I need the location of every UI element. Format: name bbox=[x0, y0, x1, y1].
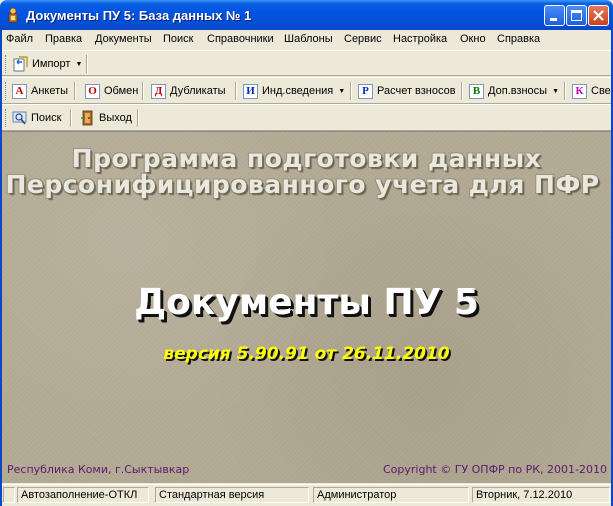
status-autofill: Автозаполнение-ОТКЛ bbox=[17, 487, 149, 503]
menu-service[interactable]: Сервис bbox=[344, 33, 382, 45]
import-button[interactable]: Импорт ▼ bbox=[13, 54, 82, 74]
additional-contributions-button[interactable]: В Доп.взносы ▼ bbox=[469, 81, 559, 101]
status-edition: Стандартная версия bbox=[155, 487, 309, 503]
menu-search[interactable]: Поиск bbox=[163, 33, 193, 45]
maximize-button[interactable] bbox=[566, 5, 587, 26]
questionnaires-label: Анкеты bbox=[31, 85, 69, 97]
title-bar[interactable]: Документы ПУ 5: База данных № 1 bbox=[0, 0, 613, 30]
status-date: Вторник, 7.12.2010 bbox=[472, 487, 610, 503]
toolbar-separator bbox=[564, 82, 566, 100]
search-icon bbox=[12, 111, 27, 125]
toolbar-search-exit: Поиск Выход bbox=[0, 104, 613, 131]
exchange-label: Обмен bbox=[104, 85, 139, 97]
status-bar: Автозаполнение-ОТКЛ Стандартная версия А… bbox=[0, 484, 613, 506]
window-border-left bbox=[0, 30, 2, 506]
copyright-text: Copyright © ГУ ОПФР по РК, 2001-2010 bbox=[383, 463, 607, 476]
toolbar-import: Импорт ▼ bbox=[0, 50, 613, 76]
close-button[interactable] bbox=[588, 5, 609, 26]
exit-button[interactable]: Выход bbox=[80, 108, 132, 128]
additional-contributions-icon: В bbox=[469, 83, 484, 99]
app-window: Документы ПУ 5: База данных № 1 Файл Пра… bbox=[0, 0, 613, 506]
info-label: Све bbox=[591, 85, 611, 97]
menu-settings[interactable]: Настройка bbox=[393, 33, 447, 45]
status-user: Администратор bbox=[313, 487, 469, 503]
additional-contributions-label: Доп.взносы bbox=[488, 85, 548, 97]
window-title: Документы ПУ 5: База данных № 1 bbox=[26, 8, 252, 23]
search-button[interactable]: Поиск bbox=[12, 108, 61, 128]
maximize-icon bbox=[571, 10, 582, 21]
toolbar-separator bbox=[86, 55, 88, 73]
info-button[interactable]: К Све bbox=[572, 81, 613, 101]
toolbar-separator bbox=[350, 82, 352, 100]
minimize-button[interactable] bbox=[544, 5, 565, 26]
minimize-icon bbox=[550, 18, 557, 21]
toolbar-documents: А Анкеты О Обмен Д Дубликаты И Инд.сведе… bbox=[0, 77, 613, 104]
menu-templates[interactable]: Шаблоны bbox=[284, 33, 333, 45]
menu-edit[interactable]: Правка bbox=[45, 33, 82, 45]
import-label: Импорт bbox=[32, 58, 71, 70]
individual-info-button[interactable]: И Инд.сведения ▼ bbox=[243, 81, 345, 101]
exit-door-icon bbox=[81, 110, 93, 126]
duplicates-label: Дубликаты bbox=[170, 85, 226, 97]
contributions-calc-button[interactable]: Р Расчет взносов bbox=[358, 81, 456, 101]
contributions-calc-label: Расчет взносов bbox=[377, 85, 456, 97]
chevron-down-icon[interactable]: ▼ bbox=[338, 88, 345, 95]
product-title: Документы ПУ 5 bbox=[134, 282, 479, 323]
app-person-icon bbox=[8, 7, 18, 23]
duplicates-button[interactable]: Д Дубликаты bbox=[151, 81, 226, 101]
menu-window[interactable]: Окно bbox=[460, 33, 486, 45]
contributions-calc-icon: Р bbox=[358, 83, 373, 99]
program-heading-line1: Программа подготовки данных bbox=[71, 144, 542, 173]
search-label: Поиск bbox=[31, 112, 62, 124]
region-text: Республика Коми, г.Сыктывкар bbox=[7, 463, 190, 476]
program-heading-line2: Персонифицированного учета для ПФР bbox=[5, 170, 600, 199]
info-icon: К bbox=[572, 83, 587, 99]
individual-info-icon: И bbox=[243, 83, 258, 99]
toolbar-separator bbox=[142, 82, 144, 100]
toolbar-grip[interactable] bbox=[5, 109, 8, 127]
close-icon bbox=[593, 10, 604, 21]
exit-label: Выход bbox=[99, 112, 132, 124]
toolbar-separator bbox=[74, 82, 76, 100]
questionnaires-icon: А bbox=[12, 83, 27, 99]
questionnaires-button[interactable]: А Анкеты bbox=[12, 81, 68, 101]
status-cell-empty bbox=[3, 487, 15, 503]
menu-documents[interactable]: Документы bbox=[95, 33, 152, 45]
toolbar-separator bbox=[137, 109, 139, 127]
version-text: версия 5.90.91 от 26.11.2010 bbox=[163, 344, 450, 364]
toolbar-separator bbox=[461, 82, 463, 100]
import-icon bbox=[13, 56, 28, 72]
chevron-down-icon[interactable]: ▼ bbox=[552, 88, 559, 95]
splash-area: Программа подготовки данных Персонифицир… bbox=[2, 131, 611, 483]
toolbar-grip[interactable] bbox=[5, 55, 8, 73]
menu-help[interactable]: Справка bbox=[497, 33, 540, 45]
individual-info-label: Инд.сведения bbox=[262, 85, 334, 97]
menu-bar: Файл Правка Документы Поиск Справочники … bbox=[0, 30, 613, 49]
exchange-icon: О bbox=[85, 83, 100, 99]
toolbar-separator bbox=[235, 82, 237, 100]
chevron-down-icon: ▼ bbox=[75, 60, 83, 68]
exchange-button[interactable]: О Обмен bbox=[85, 81, 138, 101]
toolbar-grip[interactable] bbox=[5, 82, 8, 100]
toolbar-separator bbox=[70, 109, 72, 127]
menu-references[interactable]: Справочники bbox=[207, 33, 274, 45]
duplicates-icon: Д bbox=[151, 83, 166, 99]
menu-file[interactable]: Файл bbox=[6, 33, 33, 45]
